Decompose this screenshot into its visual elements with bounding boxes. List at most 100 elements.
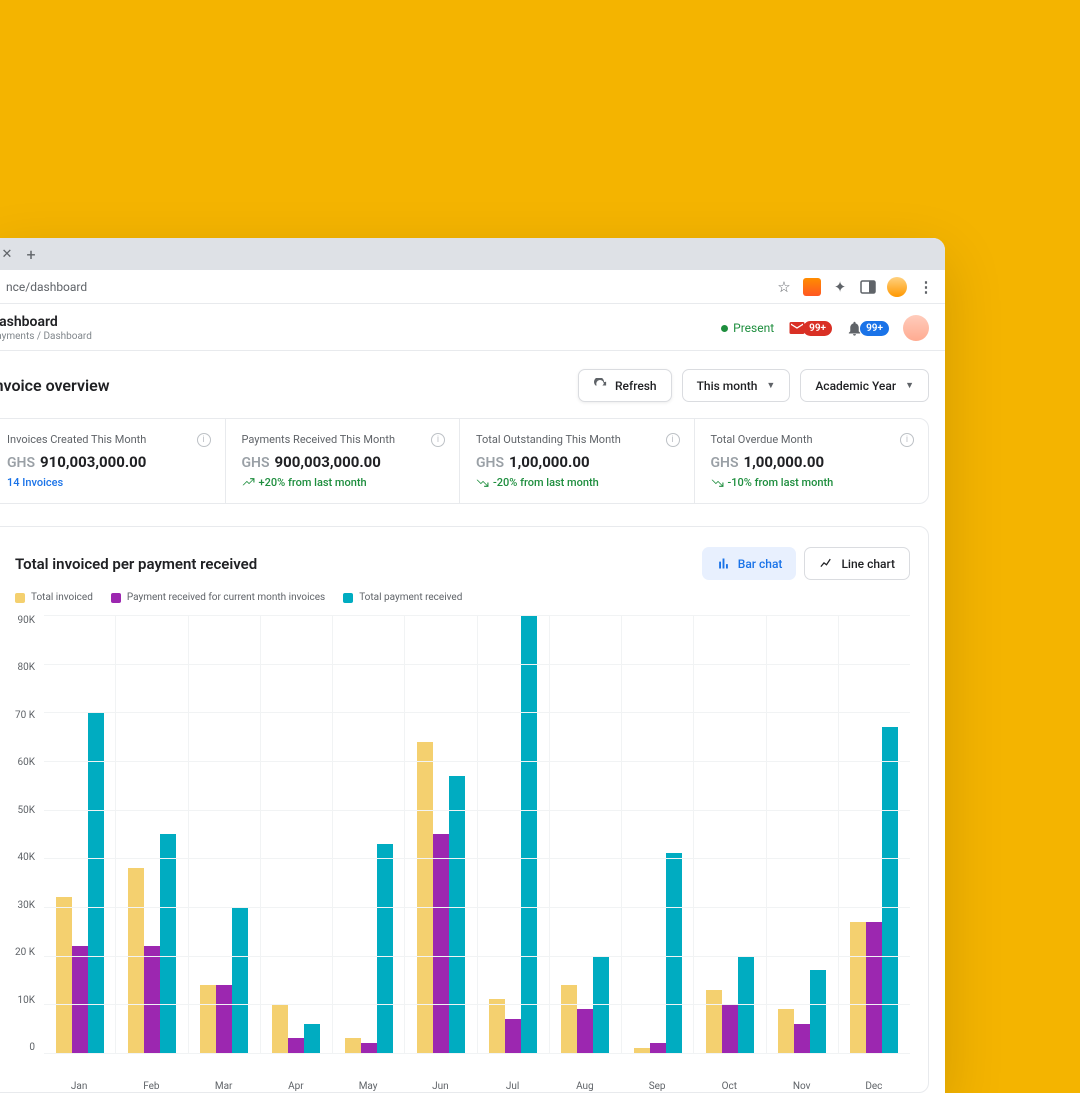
metamask-icon[interactable] [803, 278, 821, 296]
x-tick-label: Aug [549, 1075, 621, 1092]
browser-window: ✕ + nce/dashboard ☆ ✦ ⋮ Dashboard Paymen… [0, 238, 945, 1093]
info-icon[interactable]: i [900, 433, 914, 447]
bar [272, 1004, 288, 1053]
bar-group [44, 615, 116, 1053]
chevron-down-icon: ▼ [905, 380, 914, 391]
legend-item: Payment received for current month invoi… [111, 592, 325, 603]
bar [128, 868, 144, 1053]
refresh-button[interactable]: Refresh [578, 369, 672, 402]
bar [449, 776, 465, 1053]
bar-group [839, 615, 910, 1053]
chart-title: Total invoiced per payment received [15, 555, 257, 573]
bar [361, 1043, 377, 1053]
info-icon[interactable]: i [197, 433, 211, 447]
bar-group [333, 615, 405, 1053]
currency-label: GHS [476, 455, 504, 471]
card-subtext: -20% from last month [476, 476, 678, 489]
bar [433, 834, 449, 1053]
side-panel-icon[interactable] [859, 278, 877, 296]
bar [505, 1019, 521, 1053]
metric-card: Invoices Created This MonthiGHS910,003,0… [0, 419, 226, 503]
browser-tab-bar: ✕ + [0, 238, 945, 270]
presence-indicator: Present [721, 321, 774, 335]
metric-card: Total Overdue MonthiGHS1,00,000.00-10% f… [695, 419, 929, 503]
amount-value: 1,00,000.00 [509, 453, 590, 471]
refresh-icon [593, 378, 608, 393]
x-tick-label: Feb [115, 1075, 187, 1092]
y-tick-label: 0 [15, 1042, 35, 1053]
amount-value: 1,00,000.00 [744, 453, 825, 471]
line-toggle-label: Line chart [841, 557, 895, 571]
bar [561, 985, 577, 1053]
bar [577, 1009, 593, 1053]
bars-container [44, 615, 910, 1053]
filter-year-label: Academic Year [815, 379, 896, 393]
info-icon[interactable]: i [666, 433, 680, 447]
y-tick-label: 20 K [15, 947, 35, 958]
bar [232, 907, 248, 1053]
metric-cards: Invoices Created This MonthiGHS910,003,0… [0, 418, 929, 504]
bar [144, 946, 160, 1053]
bar-group [405, 615, 477, 1053]
x-tick-label: Jun [404, 1075, 476, 1092]
extensions-icon[interactable]: ✦ [831, 278, 849, 296]
trend-up-icon [242, 476, 255, 489]
legend-swatch-icon [111, 593, 121, 603]
x-tick-label: Oct [693, 1075, 765, 1092]
bar [489, 999, 505, 1053]
filter-month-dropdown[interactable]: This month ▼ [682, 369, 791, 402]
card-title: Total Outstanding This Month [476, 433, 678, 446]
bar [417, 742, 433, 1053]
chart-plot-area: 90K80K70 K60K50K40K30K20 K10K0 [15, 615, 910, 1075]
x-tick-label: May [332, 1075, 404, 1092]
bar [778, 1009, 794, 1053]
x-tick-label: Jul [477, 1075, 549, 1092]
bar [200, 985, 216, 1053]
info-icon[interactable]: i [431, 433, 445, 447]
y-tick-label: 80K [15, 662, 35, 673]
bar [794, 1024, 810, 1053]
refresh-label: Refresh [615, 379, 657, 393]
star-icon[interactable]: ☆ [775, 278, 793, 296]
mail-badge: 99+ [803, 321, 832, 336]
y-tick-label: 50K [15, 805, 35, 816]
metric-card: Total Outstanding This Monthi GHS 1,00,000… [460, 419, 695, 503]
notifications-button[interactable]: 99+ [846, 320, 889, 337]
user-avatar[interactable] [903, 315, 929, 341]
presence-dot-icon [721, 325, 728, 332]
browser-menu-icon[interactable]: ⋮ [917, 278, 935, 296]
bar [216, 985, 232, 1053]
bar [160, 834, 176, 1053]
bar-group [767, 615, 839, 1053]
y-tick-label: 60K [15, 757, 35, 768]
mail-button[interactable]: 99+ [788, 319, 832, 337]
chevron-down-icon: ▼ [766, 380, 775, 391]
x-tick-label: Sep [621, 1075, 693, 1092]
url-input[interactable]: nce/dashboard [0, 280, 775, 294]
bar [88, 712, 104, 1053]
bar [72, 946, 88, 1053]
chart-card: Total invoiced per payment received Bar … [0, 526, 929, 1093]
bar-chart-toggle[interactable]: Bar chat [702, 547, 797, 580]
y-tick-label: 90K [15, 615, 35, 626]
tab-close-icon[interactable]: ✕ [0, 245, 16, 263]
overview-title: Invoice overview [0, 376, 110, 395]
card-title: Invoices Created This Month [7, 433, 209, 446]
currency-label: GHS [242, 455, 270, 471]
legend-item: Total invoiced [15, 592, 93, 603]
bar [288, 1038, 304, 1053]
bar-group [550, 615, 622, 1053]
profile-avatar-icon[interactable] [887, 277, 907, 297]
legend-item: Total payment received [343, 592, 462, 603]
filter-year-dropdown[interactable]: Academic Year ▼ [800, 369, 929, 402]
bar-group [622, 615, 694, 1053]
line-chart-toggle[interactable]: Line chart [804, 547, 910, 580]
trend-down-icon [476, 476, 489, 489]
y-tick-label: 10K [15, 995, 35, 1006]
bar-group [478, 615, 550, 1053]
new-tab-icon[interactable]: + [22, 245, 40, 263]
x-tick-label: Apr [260, 1075, 332, 1092]
x-tick-label: Dec [838, 1075, 910, 1092]
bar [345, 1038, 361, 1053]
y-tick-label: 30K [15, 900, 35, 911]
